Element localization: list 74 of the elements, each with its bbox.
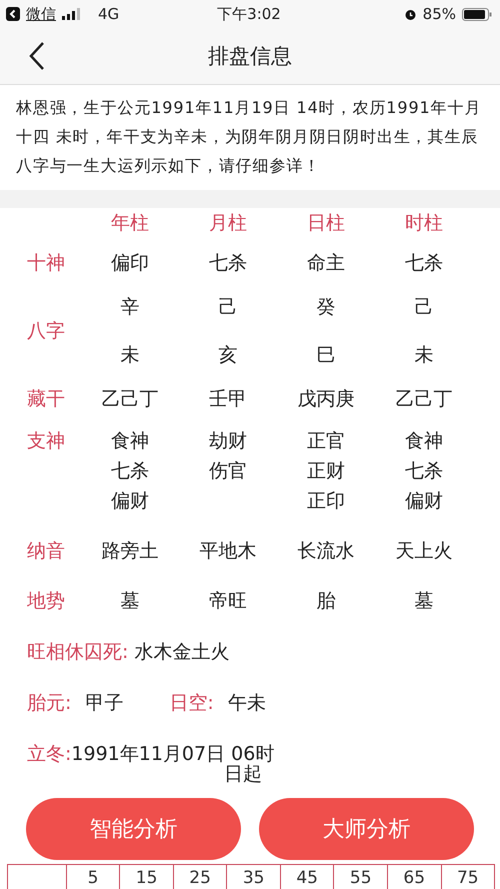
pillar-header: 年柱 bbox=[110, 211, 150, 236]
table-cell-text: 乙己丁 bbox=[396, 387, 452, 412]
table-cell-text: 亥 bbox=[218, 343, 238, 368]
battery-percent: 85% bbox=[422, 5, 456, 23]
field-value: 1991年11月07日 06时 bbox=[71, 742, 274, 764]
battery-icon bbox=[462, 8, 492, 20]
table-cell-text: 辛 bbox=[120, 295, 140, 320]
row-label: 支神 bbox=[27, 430, 65, 452]
analysis-button[interactable]: 智能分析 bbox=[26, 798, 241, 860]
field-label: 立冬: bbox=[27, 742, 72, 766]
table-cell-text: 正官 bbox=[307, 429, 345, 454]
row-label: 藏干 bbox=[27, 388, 65, 410]
table-cell-text: 七杀 bbox=[405, 251, 443, 276]
table-cell-text: 路旁土 bbox=[102, 539, 158, 564]
table-cell-text: 巳 bbox=[316, 343, 336, 368]
table-cell-text: 七杀 bbox=[405, 459, 443, 484]
table-cell: 65 bbox=[386, 865, 440, 889]
table-cell-text: 七杀 bbox=[209, 251, 247, 276]
table-cell-text: 未 bbox=[414, 343, 434, 368]
table-cell-text: 墓 bbox=[120, 589, 140, 614]
field-value: 午未 bbox=[228, 690, 266, 716]
back-app-link[interactable]: 微信 bbox=[26, 4, 56, 24]
table-cell-text: 七杀 bbox=[111, 459, 149, 484]
back-icon[interactable] bbox=[6, 7, 20, 21]
field-label: 日空: bbox=[169, 690, 214, 716]
table-cell-text: 己 bbox=[414, 295, 434, 320]
table-cell-text: 偏财 bbox=[111, 489, 149, 514]
pillar-header: 日柱 bbox=[306, 211, 346, 236]
analysis-button[interactable]: 大师分析 bbox=[259, 798, 474, 860]
row-label: 纳音 bbox=[27, 540, 65, 562]
table-cell-text: 戊丙庚 bbox=[298, 387, 354, 412]
table-cell-text: 偏印 bbox=[111, 251, 149, 276]
table-cell-text: 未 bbox=[120, 343, 140, 368]
text-fragment: 日起 bbox=[224, 762, 262, 787]
table-cell: 35 bbox=[226, 865, 280, 889]
pillar-header: 月柱 bbox=[208, 211, 248, 236]
table-cell-text: 乙己丁 bbox=[102, 387, 158, 412]
table-cell-text: 胎 bbox=[316, 589, 336, 614]
table-cell-text: 长流水 bbox=[298, 539, 354, 564]
table-cell-text: 食神 bbox=[405, 429, 443, 454]
table-cell-text: 壬甲 bbox=[209, 387, 247, 412]
table-cell-text: 命主 bbox=[307, 251, 345, 276]
row-label: 八字 bbox=[27, 320, 65, 342]
field-label: 旺相休囚死: bbox=[27, 640, 128, 664]
intro-paragraph: 林恩强，生于公元1991年11月19日 14时，农历1991年十月十四 未时，年干支为辛未，为阴年阴月阴日阴时出生，其生辰八字与一生大运列示如下，请仔细参详！ bbox=[15, 97, 482, 177]
table-cell: 15 bbox=[119, 865, 173, 889]
table-cell-text: 墓 bbox=[414, 589, 434, 614]
alarm-icon bbox=[404, 8, 417, 20]
table-cell-text: 正印 bbox=[307, 489, 345, 514]
table-cell: 45 bbox=[280, 865, 334, 889]
table-cell-text: 食神 bbox=[111, 429, 149, 454]
table-cell-text: 偏财 bbox=[405, 489, 443, 514]
table-cell: 5 bbox=[66, 865, 120, 889]
page-title: 排盘信息 bbox=[208, 43, 292, 70]
row-label: 地势 bbox=[27, 590, 65, 612]
field-value: 甲子 bbox=[85, 690, 124, 716]
network-label: 4G bbox=[98, 5, 120, 23]
table-cell: 55 bbox=[333, 865, 387, 889]
table-cell-text: 天上火 bbox=[396, 539, 452, 564]
clock: 下午3:02 bbox=[217, 4, 281, 24]
field-value: 水木金土火 bbox=[134, 640, 230, 664]
row-label: 十神 bbox=[27, 252, 65, 274]
table-cell-text: 癸 bbox=[316, 295, 336, 320]
table-cell-text: 正财 bbox=[307, 459, 345, 484]
table-cell-text: 劫财 bbox=[209, 429, 247, 454]
table-cell-text: 伤官 bbox=[209, 459, 247, 484]
pillar-header: 时柱 bbox=[404, 211, 444, 236]
table-cell-text: 平地木 bbox=[200, 539, 256, 564]
field-label: 胎元: bbox=[27, 690, 72, 716]
table-cell: 25 bbox=[172, 865, 226, 889]
table-cell-text: 帝旺 bbox=[209, 589, 247, 614]
table-cell-text: 己 bbox=[218, 295, 238, 320]
back-icon[interactable] bbox=[28, 41, 46, 71]
table-cell: 75 bbox=[440, 865, 494, 889]
